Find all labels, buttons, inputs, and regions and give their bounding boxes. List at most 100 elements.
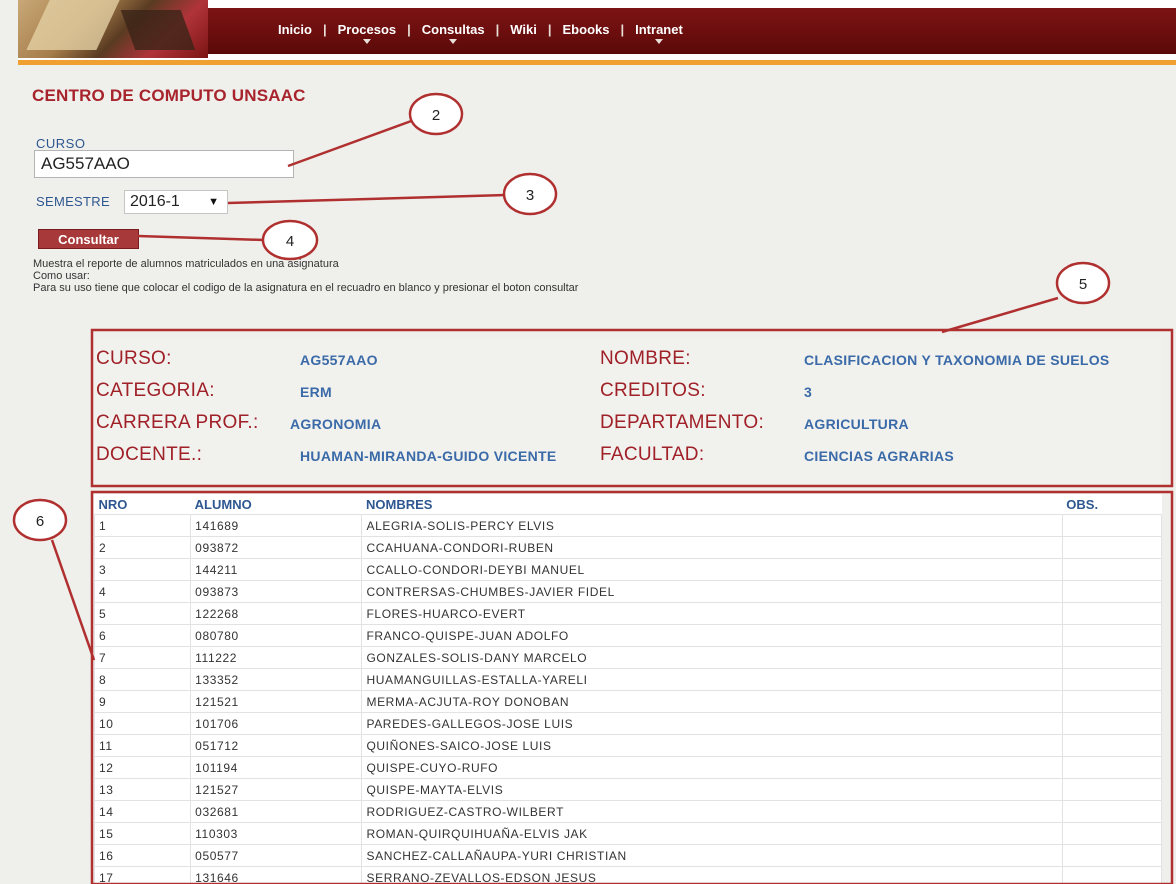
cell-nombres: ALEGRIA-SOLIS-PERCY ELVIS: [361, 514, 1063, 537]
column-header-nombres: NOMBRES: [365, 496, 433, 512]
nav-separator: |: [407, 22, 411, 37]
cell-nombres: HUAMANGUILLAS-ESTALLA-YARELI: [361, 668, 1063, 691]
help-line: Como usar:: [33, 270, 90, 282]
nav-separator: |: [322, 22, 327, 37]
page-title: CENTRO DE COMPUTO UNSAAC: [32, 86, 306, 105]
cell-nombres: QUIÑONES-SAICO-JOSE LUIS: [361, 734, 1063, 757]
nav-consultas[interactable]: Consultas: [420, 22, 487, 44]
cell-alumno: 111222: [190, 646, 363, 669]
curso-input[interactable]: [34, 150, 294, 178]
annotation-number: 2: [432, 107, 440, 124]
cell-obs: [1061, 558, 1162, 581]
semestre-label: SEMESTRE: [36, 194, 110, 209]
cell-nro: 2: [94, 536, 192, 559]
cell-obs: [1061, 778, 1162, 801]
cell-nombres: QUISPE-CUYO-RUFO: [361, 756, 1063, 779]
table-row: 17 131646 SERRANO-ZEVALLOS-EDSON JESUS: [94, 866, 1162, 884]
nav-intranet[interactable]: Intranet: [633, 22, 685, 44]
logo-shape: [120, 10, 196, 50]
column-header-obs: OBS.: [1066, 496, 1099, 512]
table-row: 12 101194 QUISPE-CUYO-RUFO: [94, 756, 1162, 779]
curso-label: CURSO: [36, 136, 86, 151]
cell-nro: 7: [94, 646, 192, 669]
annotation-circle: [12, 498, 68, 542]
cell-nombres: QUISPE-MAYTA-ELVIS: [361, 778, 1063, 801]
cell-obs: [1061, 712, 1162, 735]
course-info-panel: CURSO: AG557AAO NOMBRE: CLASIFICACION Y …: [94, 338, 1162, 486]
nav-ebooks[interactable]: Ebooks: [561, 22, 612, 37]
cell-nro: 9: [94, 690, 192, 713]
cell-nro: 6: [94, 624, 192, 647]
facultad-value: CIENCIAS AGRARIAS: [804, 448, 955, 464]
carrera-key: CARRERA PROF.:: [96, 412, 259, 433]
cell-nro: 11: [94, 734, 192, 757]
annotation-number: 5: [1079, 276, 1087, 293]
cell-nro: 3: [94, 558, 192, 581]
cell-alumno: 122268: [190, 602, 363, 625]
annotation-circle: [408, 92, 464, 136]
cell-nro: 16: [94, 844, 192, 867]
cell-nro: 15: [94, 822, 192, 845]
cell-nombres: SERRANO-ZEVALLOS-EDSON JESUS: [361, 866, 1063, 884]
annotation-connector: [227, 193, 507, 205]
help-line: Para su uso tiene que colocar el codigo …: [33, 282, 579, 294]
cell-obs: [1061, 866, 1162, 884]
cell-obs: [1061, 756, 1162, 779]
site-logo: [18, 0, 208, 58]
departamento-key: DEPARTAMENTO:: [600, 412, 765, 433]
nav-separator: |: [547, 22, 552, 37]
nav-wiki[interactable]: Wiki: [508, 22, 539, 37]
facultad-key: FACULTAD:: [600, 444, 705, 465]
annotation-circle: [502, 172, 558, 216]
nav-separator: |: [495, 22, 500, 37]
cell-nombres: CCAHUANA-CONDORI-RUBEN: [361, 536, 1063, 559]
annotation-circle: [261, 219, 319, 261]
nav-separator: |: [620, 22, 625, 37]
cell-obs: [1061, 800, 1162, 823]
table-row: 8 133352 HUAMANGUILLAS-ESTALLA-YARELI: [94, 668, 1162, 691]
cell-alumno: 144211: [190, 558, 363, 581]
consultar-button[interactable]: Consultar: [38, 229, 139, 249]
annotation-number: 4: [286, 233, 294, 250]
table-row: 10 101706 PAREDES-GALLEGOS-JOSE LUIS: [94, 712, 1162, 735]
cell-alumno: 101194: [190, 756, 363, 779]
cell-obs: [1061, 580, 1162, 603]
annotation-connector: [941, 296, 1059, 334]
cell-nro: 1: [94, 514, 192, 537]
docente-value: HUAMAN-MIRANDA-GUIDO VICENTE: [300, 448, 557, 464]
nav-procesos[interactable]: Procesos: [336, 22, 399, 44]
cell-nro: 10: [94, 712, 192, 735]
cell-nombres: MERMA-ACJUTA-ROY DONOBAN: [361, 690, 1063, 713]
cell-nombres: SANCHEZ-CALLAÑAUPA-YURI CHRISTIAN: [361, 844, 1063, 867]
departamento-value: AGRICULTURA: [804, 416, 909, 432]
cell-alumno: 051712: [190, 734, 363, 757]
cell-obs: [1061, 646, 1162, 669]
caret-down-icon: [654, 39, 663, 44]
table-header-row: NRO ALUMNO NOMBRES OBS.: [95, 494, 1162, 515]
cell-nombres: CCALLO-CONDORI-DEYBI MANUEL: [361, 558, 1063, 581]
table-row: 7 111222 GONZALES-SOLIS-DANY MARCELO: [94, 646, 1162, 669]
annotation-number: 6: [36, 513, 44, 530]
column-header-nro: NRO: [98, 496, 128, 512]
cell-obs: [1061, 690, 1162, 713]
cell-nombres: FRANCO-QUISPE-JUAN ADOLFO: [361, 624, 1063, 647]
cell-alumno: 141689: [190, 514, 363, 537]
table-row: 15 110303 ROMAN-QUIRQUIHUAÑA-ELVIS JAK: [94, 822, 1162, 845]
column-header-alumno: ALUMNO: [194, 496, 252, 512]
semestre-select[interactable]: 2016-1 ▼: [124, 190, 228, 214]
table-row: 6 080780 FRANCO-QUISPE-JUAN ADOLFO: [94, 624, 1162, 647]
cell-alumno: 133352: [190, 668, 363, 691]
cell-obs: [1061, 514, 1162, 537]
help-line: Muestra el reporte de alumnos matriculad…: [33, 258, 339, 270]
cell-nro: 8: [94, 668, 192, 691]
creditos-key: CREDITOS:: [600, 380, 706, 401]
students-table-wrapper: NRO ALUMNO NOMBRES OBS. 1 141689 ALEGRIA-S…: [94, 494, 1162, 884]
nombre-value: CLASIFICACION Y TAXONOMIA DE SUELOS: [804, 352, 1110, 368]
cell-nombres: RODRIGUEZ-CASTRO-WILBERT: [361, 800, 1063, 823]
table-row: 1 141689 ALEGRIA-SOLIS-PERCY ELVIS: [94, 514, 1162, 537]
table-row: 2 093872 CCAHUANA-CONDORI-RUBEN: [94, 536, 1162, 559]
cell-obs: [1061, 822, 1162, 845]
table-row: 14 032681 RODRIGUEZ-CASTRO-WILBERT: [94, 800, 1162, 823]
cell-nombres: GONZALES-SOLIS-DANY MARCELO: [361, 646, 1063, 669]
nav-inicio[interactable]: Inicio: [276, 22, 314, 37]
